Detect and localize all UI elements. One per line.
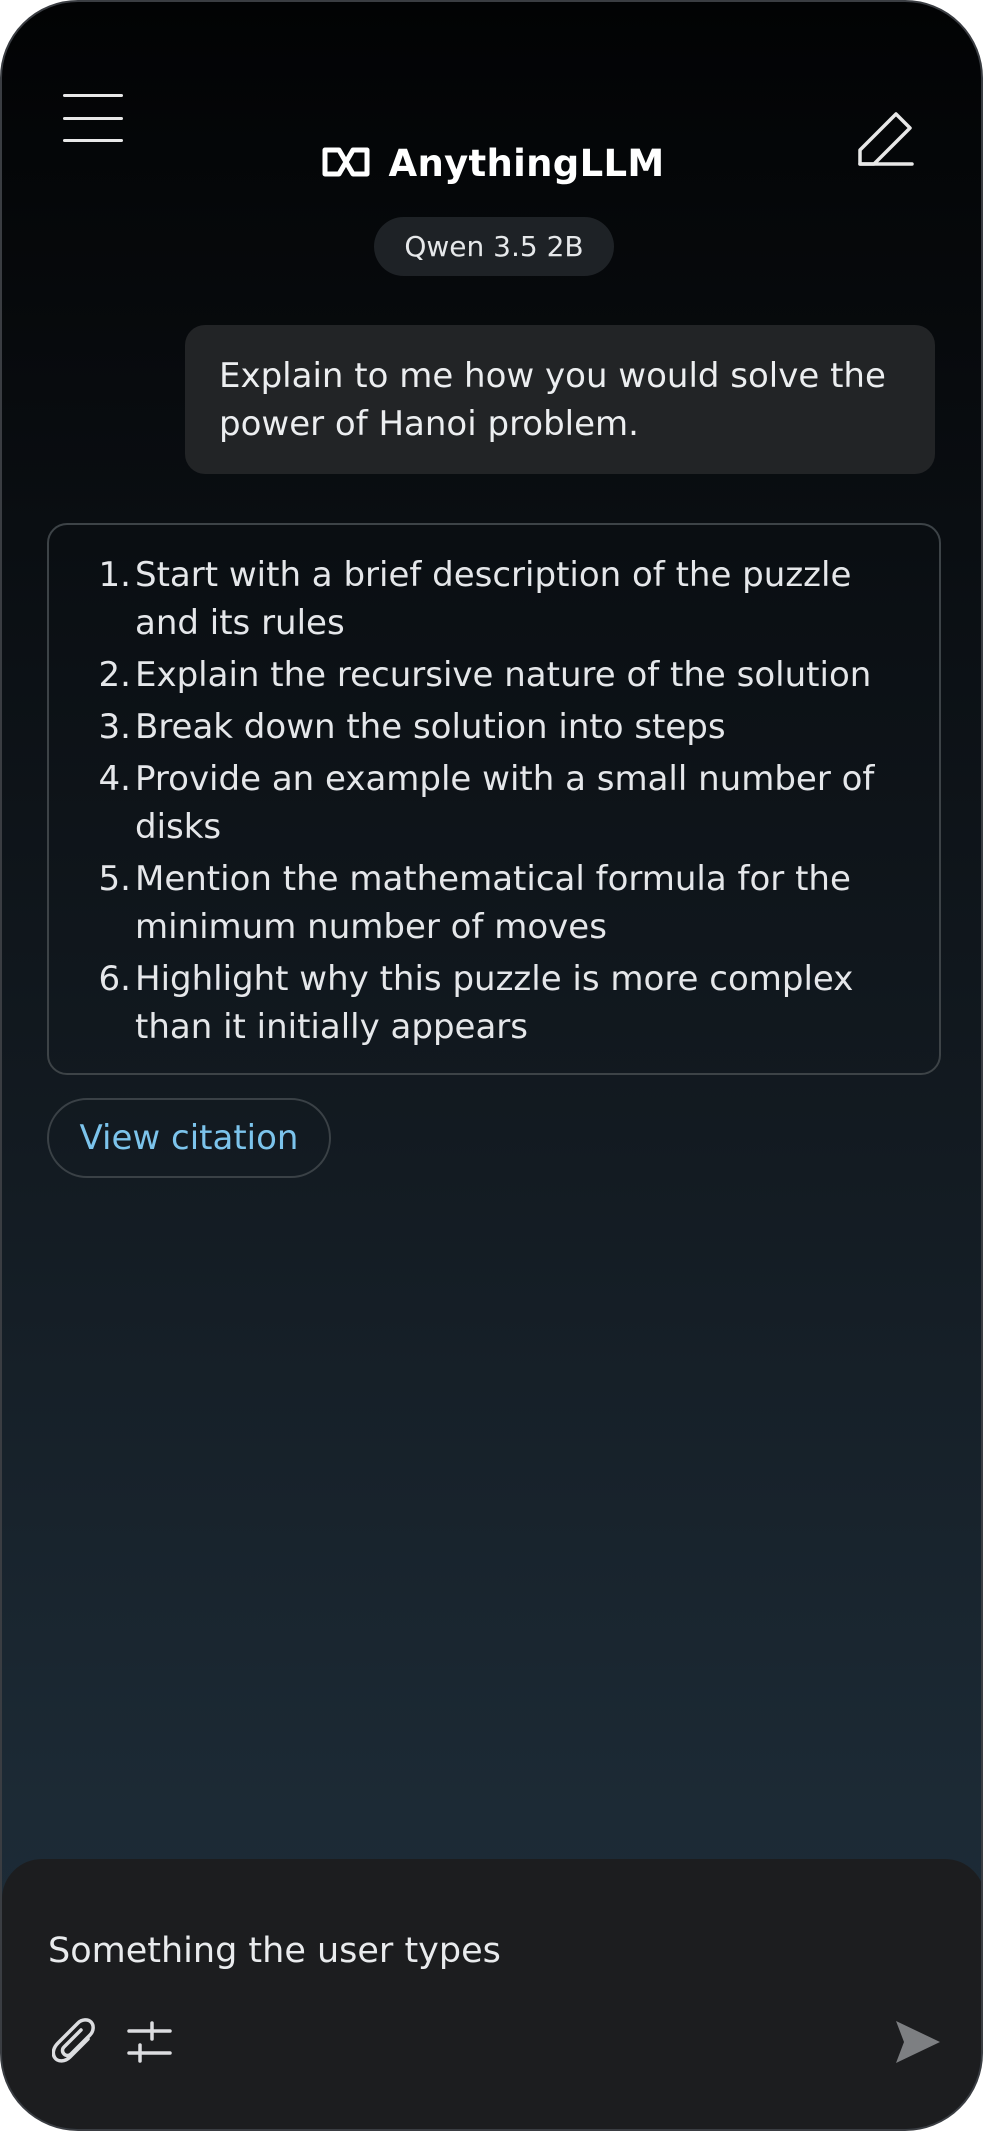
list-text: Provide an example with a small number o… bbox=[135, 759, 875, 847]
hamburger-menu-icon[interactable] bbox=[60, 94, 128, 144]
sliders-icon[interactable] bbox=[126, 2017, 176, 2067]
list-item: 1. Start with a brief description of the … bbox=[99, 551, 899, 647]
composer bbox=[2, 1859, 981, 2129]
list-item: 4. Provide an example with a small number… bbox=[99, 755, 899, 851]
app-name: AnythingLLM bbox=[388, 142, 665, 185]
list-item: 6. Highlight why this puzzle is more comp… bbox=[99, 955, 899, 1051]
list-number: 2. bbox=[98, 655, 131, 695]
list-item: 2. Explain the recursive nature of the so… bbox=[99, 651, 899, 699]
phone-screen: AnythingLLM Qwen 3.5 2B Explain to me ho… bbox=[0, 0, 983, 2131]
list-number: 3. bbox=[98, 707, 131, 747]
assistant-response: 1. Start with a brief description of the … bbox=[47, 523, 941, 1075]
paperclip-icon[interactable] bbox=[51, 2017, 100, 2069]
message-input[interactable] bbox=[48, 1923, 908, 1979]
anythingllm-logo-icon bbox=[319, 144, 373, 184]
model-label: Qwen 3.5 2B bbox=[404, 230, 584, 263]
assistant-steps-list: 1. Start with a brief description of the … bbox=[89, 551, 899, 1051]
list-text: Start with a brief description of the pu… bbox=[135, 555, 852, 643]
list-item: 5. Mention the mathematical formula for t… bbox=[99, 855, 899, 951]
list-text: Mention the mathematical formula for the… bbox=[135, 859, 851, 947]
list-item: 3. Break down the solution into steps bbox=[99, 703, 899, 751]
list-number: 6. bbox=[98, 959, 131, 999]
user-message-bubble: Explain to me how you would solve the po… bbox=[185, 325, 935, 474]
user-message-text: Explain to me how you would solve the po… bbox=[219, 356, 886, 444]
view-citation-button[interactable]: View citation bbox=[47, 1098, 331, 1178]
list-text: Break down the solution into steps bbox=[135, 707, 726, 747]
view-citation-label: View citation bbox=[79, 1118, 299, 1158]
list-number: 1. bbox=[98, 555, 131, 595]
list-number: 4. bbox=[98, 759, 131, 799]
list-text: Explain the recursive nature of the solu… bbox=[135, 655, 872, 695]
list-text: Highlight why this puzzle is more comple… bbox=[135, 959, 854, 1047]
model-selector[interactable]: Qwen 3.5 2B bbox=[374, 217, 614, 276]
brand-header: AnythingLLM bbox=[2, 142, 981, 185]
send-arrow-icon[interactable] bbox=[890, 2015, 944, 2069]
list-number: 5. bbox=[98, 859, 131, 899]
